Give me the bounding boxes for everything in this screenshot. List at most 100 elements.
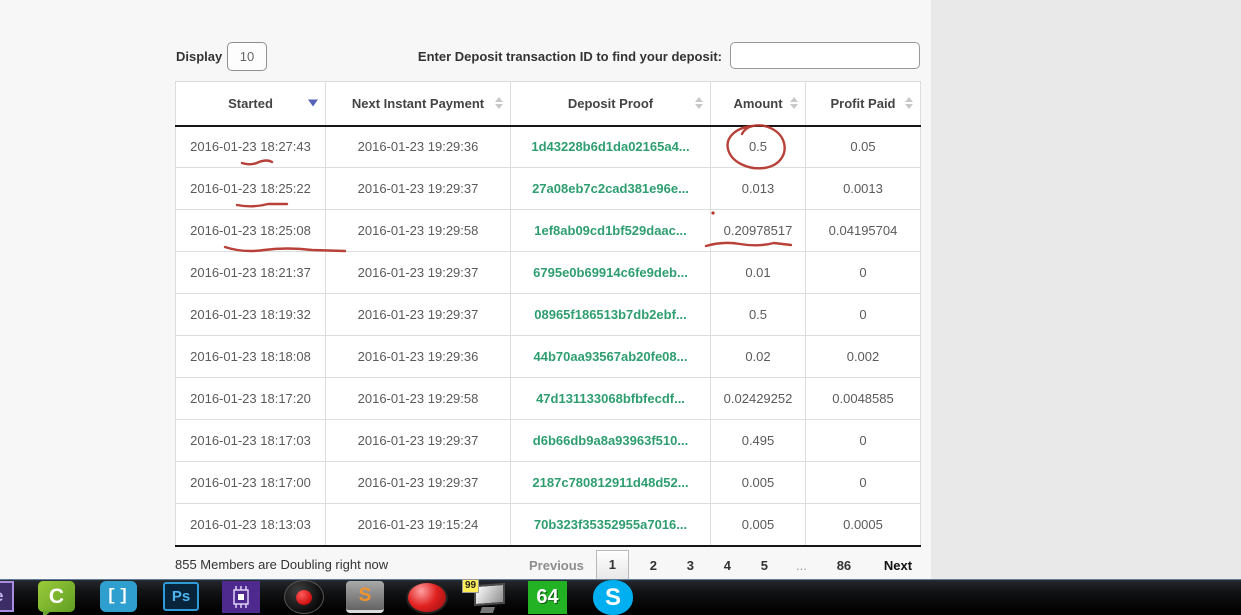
deposit-proof-link[interactable]: 1ef8ab09cd1bf529daac... xyxy=(534,223,686,238)
pagination-page-4[interactable]: 4 xyxy=(709,558,746,573)
pagination-ellipsis: ... xyxy=(796,557,807,573)
amount-cell: 0.02429252 xyxy=(710,377,806,420)
members-status-text: 855 Members are Doubling right now xyxy=(175,557,389,572)
amount-cell: 0.005 xyxy=(710,503,806,547)
amount-cell: 0.013 xyxy=(710,167,806,210)
brackets-icon[interactable]: [] xyxy=(100,581,137,612)
chip-utility-icon[interactable] xyxy=(222,581,260,613)
remote-monitor-icon[interactable]: 99 xyxy=(460,579,508,614)
deposit-search-input[interactable] xyxy=(730,42,920,69)
sort-both-icon xyxy=(495,97,503,110)
sublime-text-icon[interactable]: S xyxy=(346,581,384,613)
started-cell: 2016-01-23 18:27:43 xyxy=(175,125,326,168)
next-payment-cell: 2016-01-23 19:29:37 xyxy=(325,419,511,462)
sort-both-icon xyxy=(790,97,798,110)
display-label: Display xyxy=(176,49,223,64)
deposit-search-label: Enter Deposit transaction ID to find you… xyxy=(417,49,722,64)
profit-paid-cell: 0 xyxy=(805,461,921,504)
sort-both-icon xyxy=(905,97,913,110)
table-row: 2016-01-23 18:25:22 2016-01-23 19:29:37 … xyxy=(175,167,921,210)
column-header-profit-paid[interactable]: Profit Paid xyxy=(805,81,921,127)
column-header-amount[interactable]: Amount xyxy=(710,81,806,127)
photoshop-icon[interactable]: Ps xyxy=(163,582,199,611)
profit-paid-cell: 0.04195704 xyxy=(805,209,921,252)
deposits-table: Started Next Instant Payment Deposit Pro… xyxy=(175,81,921,547)
table-row: 2016-01-23 18:17:20 2016-01-23 19:29:58 … xyxy=(175,377,921,420)
amount-cell: 0.495 xyxy=(710,419,806,462)
adobe-app-icon[interactable]: e xyxy=(0,581,14,612)
deposit-proof-link[interactable]: 6795e0b69914c6fe9deb... xyxy=(533,265,688,280)
amount-cell: 0.005 xyxy=(710,461,806,504)
table-row: 2016-01-23 18:19:32 2016-01-23 19:29:37 … xyxy=(175,293,921,336)
pagination-page-5[interactable]: 5 xyxy=(746,558,783,573)
amount-cell: 0.20978517 xyxy=(710,209,806,252)
taskbar: e C [] Ps S 99 64 S xyxy=(0,579,1241,615)
profit-paid-cell: 0 xyxy=(805,293,921,336)
next-payment-cell: 2016-01-23 19:15:24 xyxy=(325,503,511,547)
display-count-select[interactable]: 10 xyxy=(227,42,267,71)
deposit-proof-link[interactable]: 47d131133068bfbfecdf... xyxy=(536,391,685,406)
sort-both-icon xyxy=(695,97,703,110)
profit-paid-cell: 0 xyxy=(805,419,921,462)
camtasia-icon[interactable]: C xyxy=(38,581,75,615)
started-cell: 2016-01-23 18:17:20 xyxy=(175,377,326,420)
next-payment-cell: 2016-01-23 19:29:37 xyxy=(325,167,511,210)
table-row: 2016-01-23 18:18:08 2016-01-23 19:29:36 … xyxy=(175,335,921,378)
amount-cell: 0.02 xyxy=(710,335,806,378)
started-cell: 2016-01-23 18:21:37 xyxy=(175,251,326,294)
profit-paid-cell: 0.0013 xyxy=(805,167,921,210)
deposit-proof-link[interactable]: 2187c780812911d48d52... xyxy=(532,475,688,490)
next-payment-cell: 2016-01-23 19:29:37 xyxy=(325,461,511,504)
pagination-next[interactable]: Next xyxy=(868,558,920,573)
amount-cell: 0.5 xyxy=(710,293,806,336)
monitor-stand xyxy=(479,607,496,613)
table-header-row: Started Next Instant Payment Deposit Pro… xyxy=(175,81,921,127)
profit-paid-cell: 0.002 xyxy=(805,335,921,378)
deposit-proof-link[interactable]: d6b66db9a8a93963f510... xyxy=(533,433,688,448)
started-cell: 2016-01-23 18:25:22 xyxy=(175,167,326,210)
column-header-started[interactable]: Started xyxy=(175,81,326,127)
started-cell: 2016-01-23 18:17:00 xyxy=(175,461,326,504)
profit-paid-cell: 0.05 xyxy=(805,125,921,168)
next-payment-cell: 2016-01-23 19:29:37 xyxy=(325,251,511,294)
profit-paid-cell: 0 xyxy=(805,251,921,294)
next-payment-cell: 2016-01-23 19:29:58 xyxy=(325,209,511,252)
table-row: 2016-01-23 18:27:43 2016-01-23 19:29:36 … xyxy=(175,125,921,168)
deposit-proof-link[interactable]: 27a08eb7c2cad381e96e... xyxy=(532,181,689,196)
table-row: 2016-01-23 18:25:08 2016-01-23 19:29:58 … xyxy=(175,209,921,252)
profit-paid-cell: 0.0005 xyxy=(805,503,921,547)
record-button-icon[interactable] xyxy=(406,581,448,614)
next-payment-cell: 2016-01-23 19:29:36 xyxy=(325,125,511,168)
pagination-page-3[interactable]: 3 xyxy=(672,558,709,573)
next-payment-cell: 2016-01-23 19:29:37 xyxy=(325,293,511,336)
pagination: Previous 1 2 3 4 5 ... 86 Next xyxy=(523,549,920,581)
deposit-proof-link[interactable]: 70b323f35352955a7016... xyxy=(534,517,687,532)
started-cell: 2016-01-23 18:19:32 xyxy=(175,293,326,336)
screen-recorder-icon[interactable] xyxy=(284,580,324,614)
deposit-proof-link[interactable]: 44b70aa93567ab20fe08... xyxy=(534,349,688,364)
chip-glyph xyxy=(233,586,249,608)
next-payment-cell: 2016-01-23 19:29:58 xyxy=(325,377,511,420)
skype-icon[interactable]: S xyxy=(593,580,633,615)
pagination-page-2[interactable]: 2 xyxy=(635,558,672,573)
table-row: 2016-01-23 18:21:37 2016-01-23 19:29:37 … xyxy=(175,251,921,294)
badge-99: 99 xyxy=(462,579,480,593)
started-cell: 2016-01-23 18:17:03 xyxy=(175,419,326,462)
amount-cell: 0.01 xyxy=(710,251,806,294)
deposit-proof-link[interactable]: 1d43228b6d1da02165a4... xyxy=(531,139,689,154)
started-cell: 2016-01-23 18:18:08 xyxy=(175,335,326,378)
deposit-proof-link[interactable]: 08965f186513b7db2ebf... xyxy=(534,307,686,322)
table-row: 2016-01-23 18:17:03 2016-01-23 19:29:37 … xyxy=(175,419,921,462)
column-header-deposit-proof[interactable]: Deposit Proof xyxy=(510,81,711,127)
pagination-previous[interactable]: Previous xyxy=(523,558,596,573)
sixty-four-icon[interactable]: 64 xyxy=(528,581,567,614)
pagination-page-1-active[interactable]: 1 xyxy=(595,550,629,580)
started-cell: 2016-01-23 18:25:08 xyxy=(175,209,326,252)
pagination-page-86[interactable]: 86 xyxy=(820,558,868,573)
table-row: 2016-01-23 18:13:03 2016-01-23 19:15:24 … xyxy=(175,503,921,547)
table-row: 2016-01-23 18:17:00 2016-01-23 19:29:37 … xyxy=(175,461,921,504)
started-cell: 2016-01-23 18:13:03 xyxy=(175,503,326,547)
amount-cell: 0.5 xyxy=(710,125,806,168)
column-header-next-payment[interactable]: Next Instant Payment xyxy=(325,81,511,127)
next-payment-cell: 2016-01-23 19:29:36 xyxy=(325,335,511,378)
